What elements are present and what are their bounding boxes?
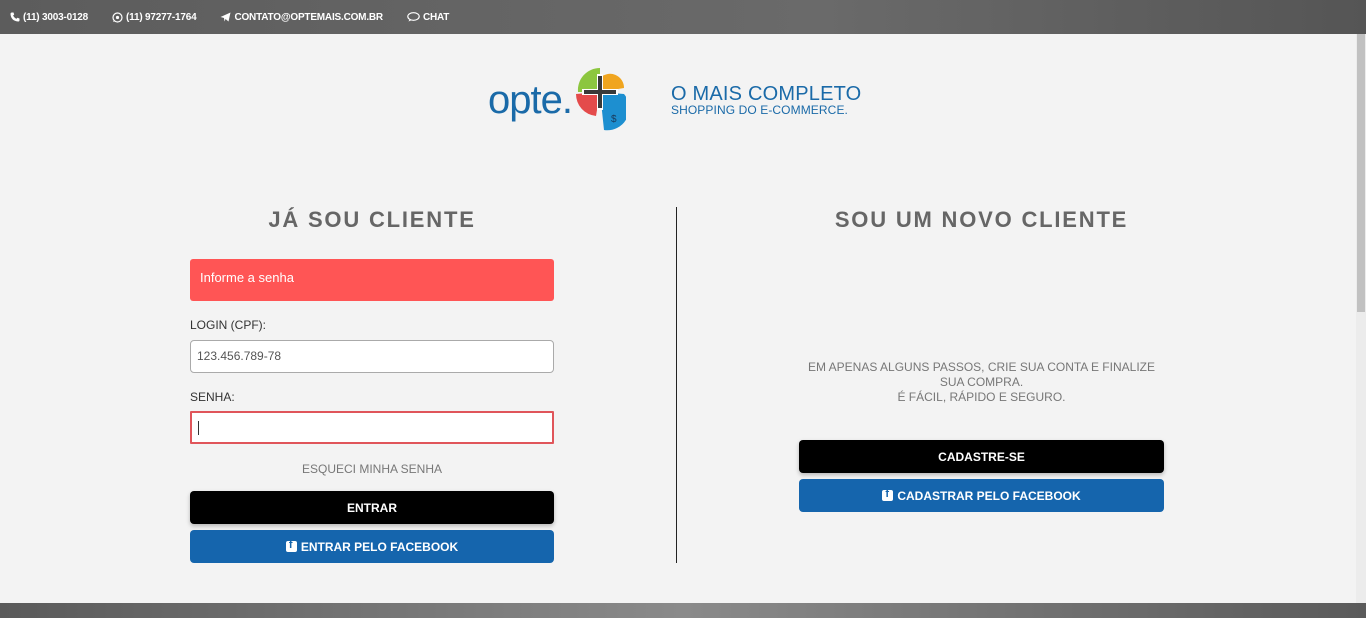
- chat-label: CHAT: [422, 11, 450, 23]
- promo-line-1: EM APENAS ALGUNS PASSOS, CRIE SUA CONTA …: [808, 360, 1155, 389]
- password-input[interactable]: [190, 411, 554, 444]
- register-promo-text: EM APENAS ALGUNS PASSOS, CRIE SUA CONTA …: [799, 360, 1164, 405]
- login-cpf-input[interactable]: 123.456.789-78: [190, 340, 554, 373]
- logo-wordmark: opte.: [488, 78, 573, 122]
- vertical-scrollbar[interactable]: [1356, 34, 1366, 618]
- register-facebook-button[interactable]: CADASTRAR PELO FACEBOOK: [799, 479, 1164, 512]
- forgot-password-link[interactable]: ESQUECI MINHA SENHA: [190, 462, 554, 476]
- tagline-sub: SHOPPING DO E-COMMERCE.: [671, 103, 848, 117]
- email-link[interactable]: CONTATO@OPTEMAIS.COM.BR: [220, 11, 383, 23]
- promo-line-2: É FÁCIL, RÁPIDO E SEGURO.: [897, 390, 1066, 404]
- whatsapp-number: (11) 97277-1764: [126, 11, 197, 23]
- scrollbar-thumb[interactable]: [1357, 34, 1365, 312]
- register-button[interactable]: CADASTRE-SE: [799, 440, 1164, 473]
- svg-text:$: $: [611, 114, 617, 125]
- tagline-main: O MAIS COMPLETO: [671, 83, 862, 105]
- paper-plane-icon: [220, 12, 231, 22]
- column-divider: [676, 207, 677, 563]
- register-heading: SOU UM NOVO CLIENTE: [834, 207, 1129, 232]
- chat-link[interactable]: CHAT: [407, 12, 449, 23]
- error-alert: Informe a senha: [190, 259, 554, 301]
- login-label: LOGIN (CPF):: [190, 318, 267, 332]
- register-facebook-label: CADASTRAR PELO FACEBOOK: [897, 488, 1081, 503]
- brand-logo[interactable]: opte. $: [488, 67, 626, 132]
- footer-bar: [0, 603, 1366, 618]
- login-heading: JÁ SOU CLIENTE: [268, 207, 476, 232]
- whatsapp-icon: [112, 11, 123, 23]
- password-label: SENHA:: [190, 390, 235, 404]
- phone-number: (11) 3003-0128: [23, 11, 89, 23]
- brand-tagline: O MAIS COMPLETO SHOPPING DO E-COMMERCE.: [671, 84, 861, 116]
- whatsapp-link[interactable]: (11) 97277-1764: [112, 11, 197, 23]
- facebook-icon: [882, 488, 894, 501]
- facebook-icon: [285, 539, 297, 552]
- phone-icon: [10, 12, 20, 22]
- phone-link[interactable]: (11) 3003-0128: [10, 12, 88, 23]
- top-contact-bar: (11) 3003-0128 (11) 97277-1764 CONTATO@O…: [0, 0, 1366, 34]
- login-facebook-button[interactable]: ENTRAR PELO FACEBOOK: [190, 530, 554, 563]
- chat-bubble-icon: [407, 12, 420, 22]
- text-caret: [198, 421, 199, 435]
- email-address: CONTATO@OPTEMAIS.COM.BR: [234, 11, 383, 23]
- login-button[interactable]: ENTRAR: [190, 491, 554, 524]
- login-facebook-label: ENTRAR PELO FACEBOOK: [300, 539, 459, 554]
- logo-emblem-icon: $: [575, 67, 626, 131]
